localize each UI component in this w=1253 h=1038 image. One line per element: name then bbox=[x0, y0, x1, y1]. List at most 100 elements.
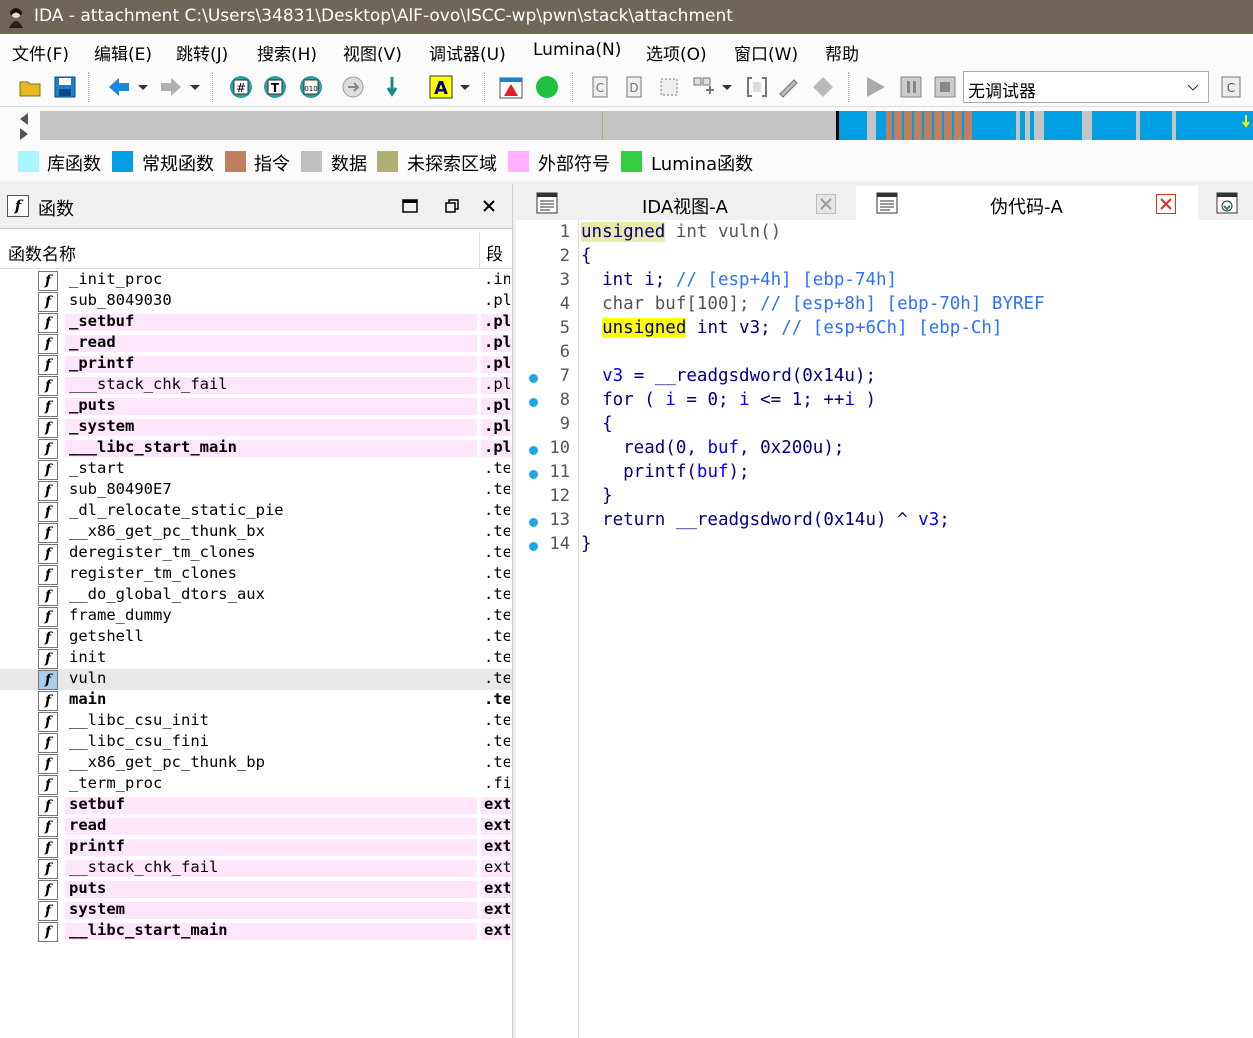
breakpoint-marker-icon[interactable] bbox=[529, 374, 538, 383]
code-line-8[interactable]: for ( i = 0; i <= 1; ++i ) bbox=[581, 390, 876, 410]
function-row[interactable]: f _system .pl bbox=[0, 417, 512, 438]
function-row[interactable]: f frame_dummy .te bbox=[0, 606, 512, 627]
chevron-down-icon[interactable] bbox=[458, 74, 472, 100]
forward-arrow-icon[interactable] bbox=[158, 74, 184, 100]
chevron-down-icon[interactable] bbox=[720, 74, 734, 100]
code-line-5[interactable]: unsigned int v3; // [esp+6Ch] [ebp-Ch] bbox=[581, 318, 1002, 338]
column-header-name[interactable]: 函数名称 bbox=[8, 240, 76, 265]
close-icon[interactable] bbox=[482, 199, 496, 213]
menu-search[interactable]: 搜索(H) bbox=[257, 40, 317, 65]
close-icon[interactable] bbox=[1156, 194, 1176, 214]
breakpoint-marker-icon[interactable] bbox=[529, 518, 538, 527]
step-into-icon[interactable] bbox=[384, 74, 410, 100]
tab-pseudocode-a[interactable]: 伪代码-A bbox=[856, 186, 1198, 220]
navigation-strip[interactable] bbox=[40, 111, 1253, 140]
menu-lumina[interactable]: Lumina(N) bbox=[533, 40, 621, 60]
cpp-icon[interactable]: C bbox=[1218, 74, 1244, 100]
breakpoint-icon[interactable] bbox=[498, 74, 524, 100]
breakpoint-marker-icon[interactable] bbox=[529, 398, 538, 407]
code-line-1[interactable]: unsigned int vuln() bbox=[581, 222, 781, 242]
nav-band-arrows-icon[interactable] bbox=[16, 110, 32, 142]
column-header-segment[interactable]: 段 bbox=[486, 240, 503, 265]
function-row[interactable]: f __libc_csu_init .te bbox=[0, 711, 512, 732]
code-line-10[interactable]: read(0, buf, 0x200u); bbox=[581, 438, 844, 458]
menu-options[interactable]: 选项(O) bbox=[646, 40, 707, 65]
function-row[interactable]: f _puts .pl bbox=[0, 396, 512, 417]
tab-hex-view[interactable] bbox=[1202, 186, 1253, 220]
breakpoint-marker-icon[interactable] bbox=[529, 542, 538, 551]
code-line-2[interactable]: { bbox=[581, 246, 592, 266]
code-line-13[interactable]: return __readgsdword(0x14u) ^ v3; bbox=[581, 510, 950, 530]
function-row[interactable]: f init .te bbox=[0, 648, 512, 669]
array-icon[interactable] bbox=[690, 74, 716, 100]
chevron-down-icon[interactable] bbox=[188, 74, 202, 100]
chevron-down-icon[interactable] bbox=[136, 74, 150, 100]
function-row[interactable]: f __do_global_dtors_aux .te bbox=[0, 585, 512, 606]
function-row[interactable]: f deregister_tm_clones .te bbox=[0, 543, 512, 564]
function-row[interactable]: f vuln .te bbox=[0, 669, 512, 690]
text-color-icon[interactable]: A bbox=[428, 74, 454, 100]
open-folder-icon[interactable] bbox=[18, 74, 44, 100]
undefine-icon[interactable] bbox=[656, 74, 682, 100]
breakpoint-marker-icon[interactable] bbox=[529, 470, 538, 479]
green-circle-icon[interactable] bbox=[534, 74, 560, 100]
save-icon[interactable] bbox=[52, 74, 78, 100]
function-row[interactable]: f register_tm_clones .te bbox=[0, 564, 512, 585]
function-row[interactable]: f __x86_get_pc_thunk_bx .te bbox=[0, 522, 512, 543]
function-row[interactable]: f sub_8049030 .pl bbox=[0, 291, 512, 312]
code-line-3[interactable]: int i; // [esp+4h] [ebp-74h] bbox=[581, 270, 897, 290]
function-row[interactable]: f main .te bbox=[0, 690, 512, 711]
menu-view[interactable]: 视图(V) bbox=[343, 40, 402, 65]
code-line-12[interactable]: } bbox=[581, 486, 613, 506]
function-row[interactable]: f _init_proc .in bbox=[0, 270, 512, 291]
menu-jump[interactable]: 跳转(J) bbox=[176, 40, 228, 65]
function-row[interactable]: f setbuf ext bbox=[0, 795, 512, 816]
function-row[interactable]: f _read .pl bbox=[0, 333, 512, 354]
back-arrow-icon[interactable] bbox=[106, 74, 132, 100]
function-row[interactable]: f printf ext bbox=[0, 837, 512, 858]
function-row[interactable]: f system ext bbox=[0, 900, 512, 921]
diamond-icon[interactable] bbox=[810, 74, 836, 100]
maximize-icon[interactable] bbox=[402, 198, 418, 214]
hex-view-icon[interactable]: # bbox=[228, 74, 254, 100]
function-row[interactable]: f ___libc_start_main .pl bbox=[0, 438, 512, 459]
function-row[interactable]: f puts ext bbox=[0, 879, 512, 900]
pseudocode-view[interactable] bbox=[516, 220, 1253, 1038]
menu-help[interactable]: 帮助 bbox=[825, 40, 859, 65]
code-line-7[interactable]: v3 = __readgsdword(0x14u); bbox=[581, 366, 876, 386]
function-row[interactable]: f __libc_start_main ext bbox=[0, 921, 512, 942]
function-row[interactable]: f __x86_get_pc_thunk_bp .te bbox=[0, 753, 512, 774]
function-row[interactable]: f _term_proc .fi bbox=[0, 774, 512, 795]
function-row[interactable]: f __libc_csu_fini .te bbox=[0, 732, 512, 753]
menu-debugger[interactable]: 调试器(U) bbox=[429, 40, 506, 65]
menu-window[interactable]: 窗口(W) bbox=[734, 40, 798, 65]
function-row[interactable]: f read ext bbox=[0, 816, 512, 837]
function-row[interactable]: f _setbuf .pl bbox=[0, 312, 512, 333]
restore-icon[interactable] bbox=[444, 198, 460, 214]
function-row[interactable]: f __stack_chk_fail ext bbox=[0, 858, 512, 879]
function-row[interactable]: f sub_80490E7 .te bbox=[0, 480, 512, 501]
data-icon[interactable]: D bbox=[622, 74, 648, 100]
pause-icon[interactable] bbox=[898, 74, 924, 100]
function-row[interactable]: f _start .te bbox=[0, 459, 512, 480]
menu-edit[interactable]: 编辑(E) bbox=[94, 40, 152, 65]
function-row[interactable]: f getshell .te bbox=[0, 627, 512, 648]
debugger-select[interactable]: 无调试器 bbox=[963, 71, 1209, 103]
menu-file[interactable]: 文件(F) bbox=[12, 40, 69, 65]
code-line-14[interactable]: } bbox=[581, 534, 592, 554]
code-line-4[interactable]: char buf[100]; // [esp+8h] [ebp-70h] BYR… bbox=[581, 294, 1045, 314]
edit-icon[interactable] bbox=[776, 74, 802, 100]
code-line-9[interactable]: { bbox=[581, 414, 613, 434]
function-row[interactable]: f _dl_relocate_static_pie .te bbox=[0, 501, 512, 522]
function-row[interactable]: f ___stack_chk_fail .pl bbox=[0, 375, 512, 396]
function-row[interactable]: f _printf .pl bbox=[0, 354, 512, 375]
text-view-icon[interactable]: T bbox=[262, 74, 288, 100]
close-icon[interactable] bbox=[816, 194, 836, 214]
breakpoint-marker-icon[interactable] bbox=[529, 446, 538, 455]
column-divider[interactable] bbox=[479, 232, 480, 268]
navigate-icon[interactable] bbox=[340, 74, 366, 100]
binary-view-icon[interactable]: 010 bbox=[298, 74, 324, 100]
play-icon[interactable] bbox=[862, 74, 888, 100]
bracket-icon[interactable] bbox=[744, 74, 770, 100]
code-line-11[interactable]: printf(buf); bbox=[581, 462, 749, 482]
